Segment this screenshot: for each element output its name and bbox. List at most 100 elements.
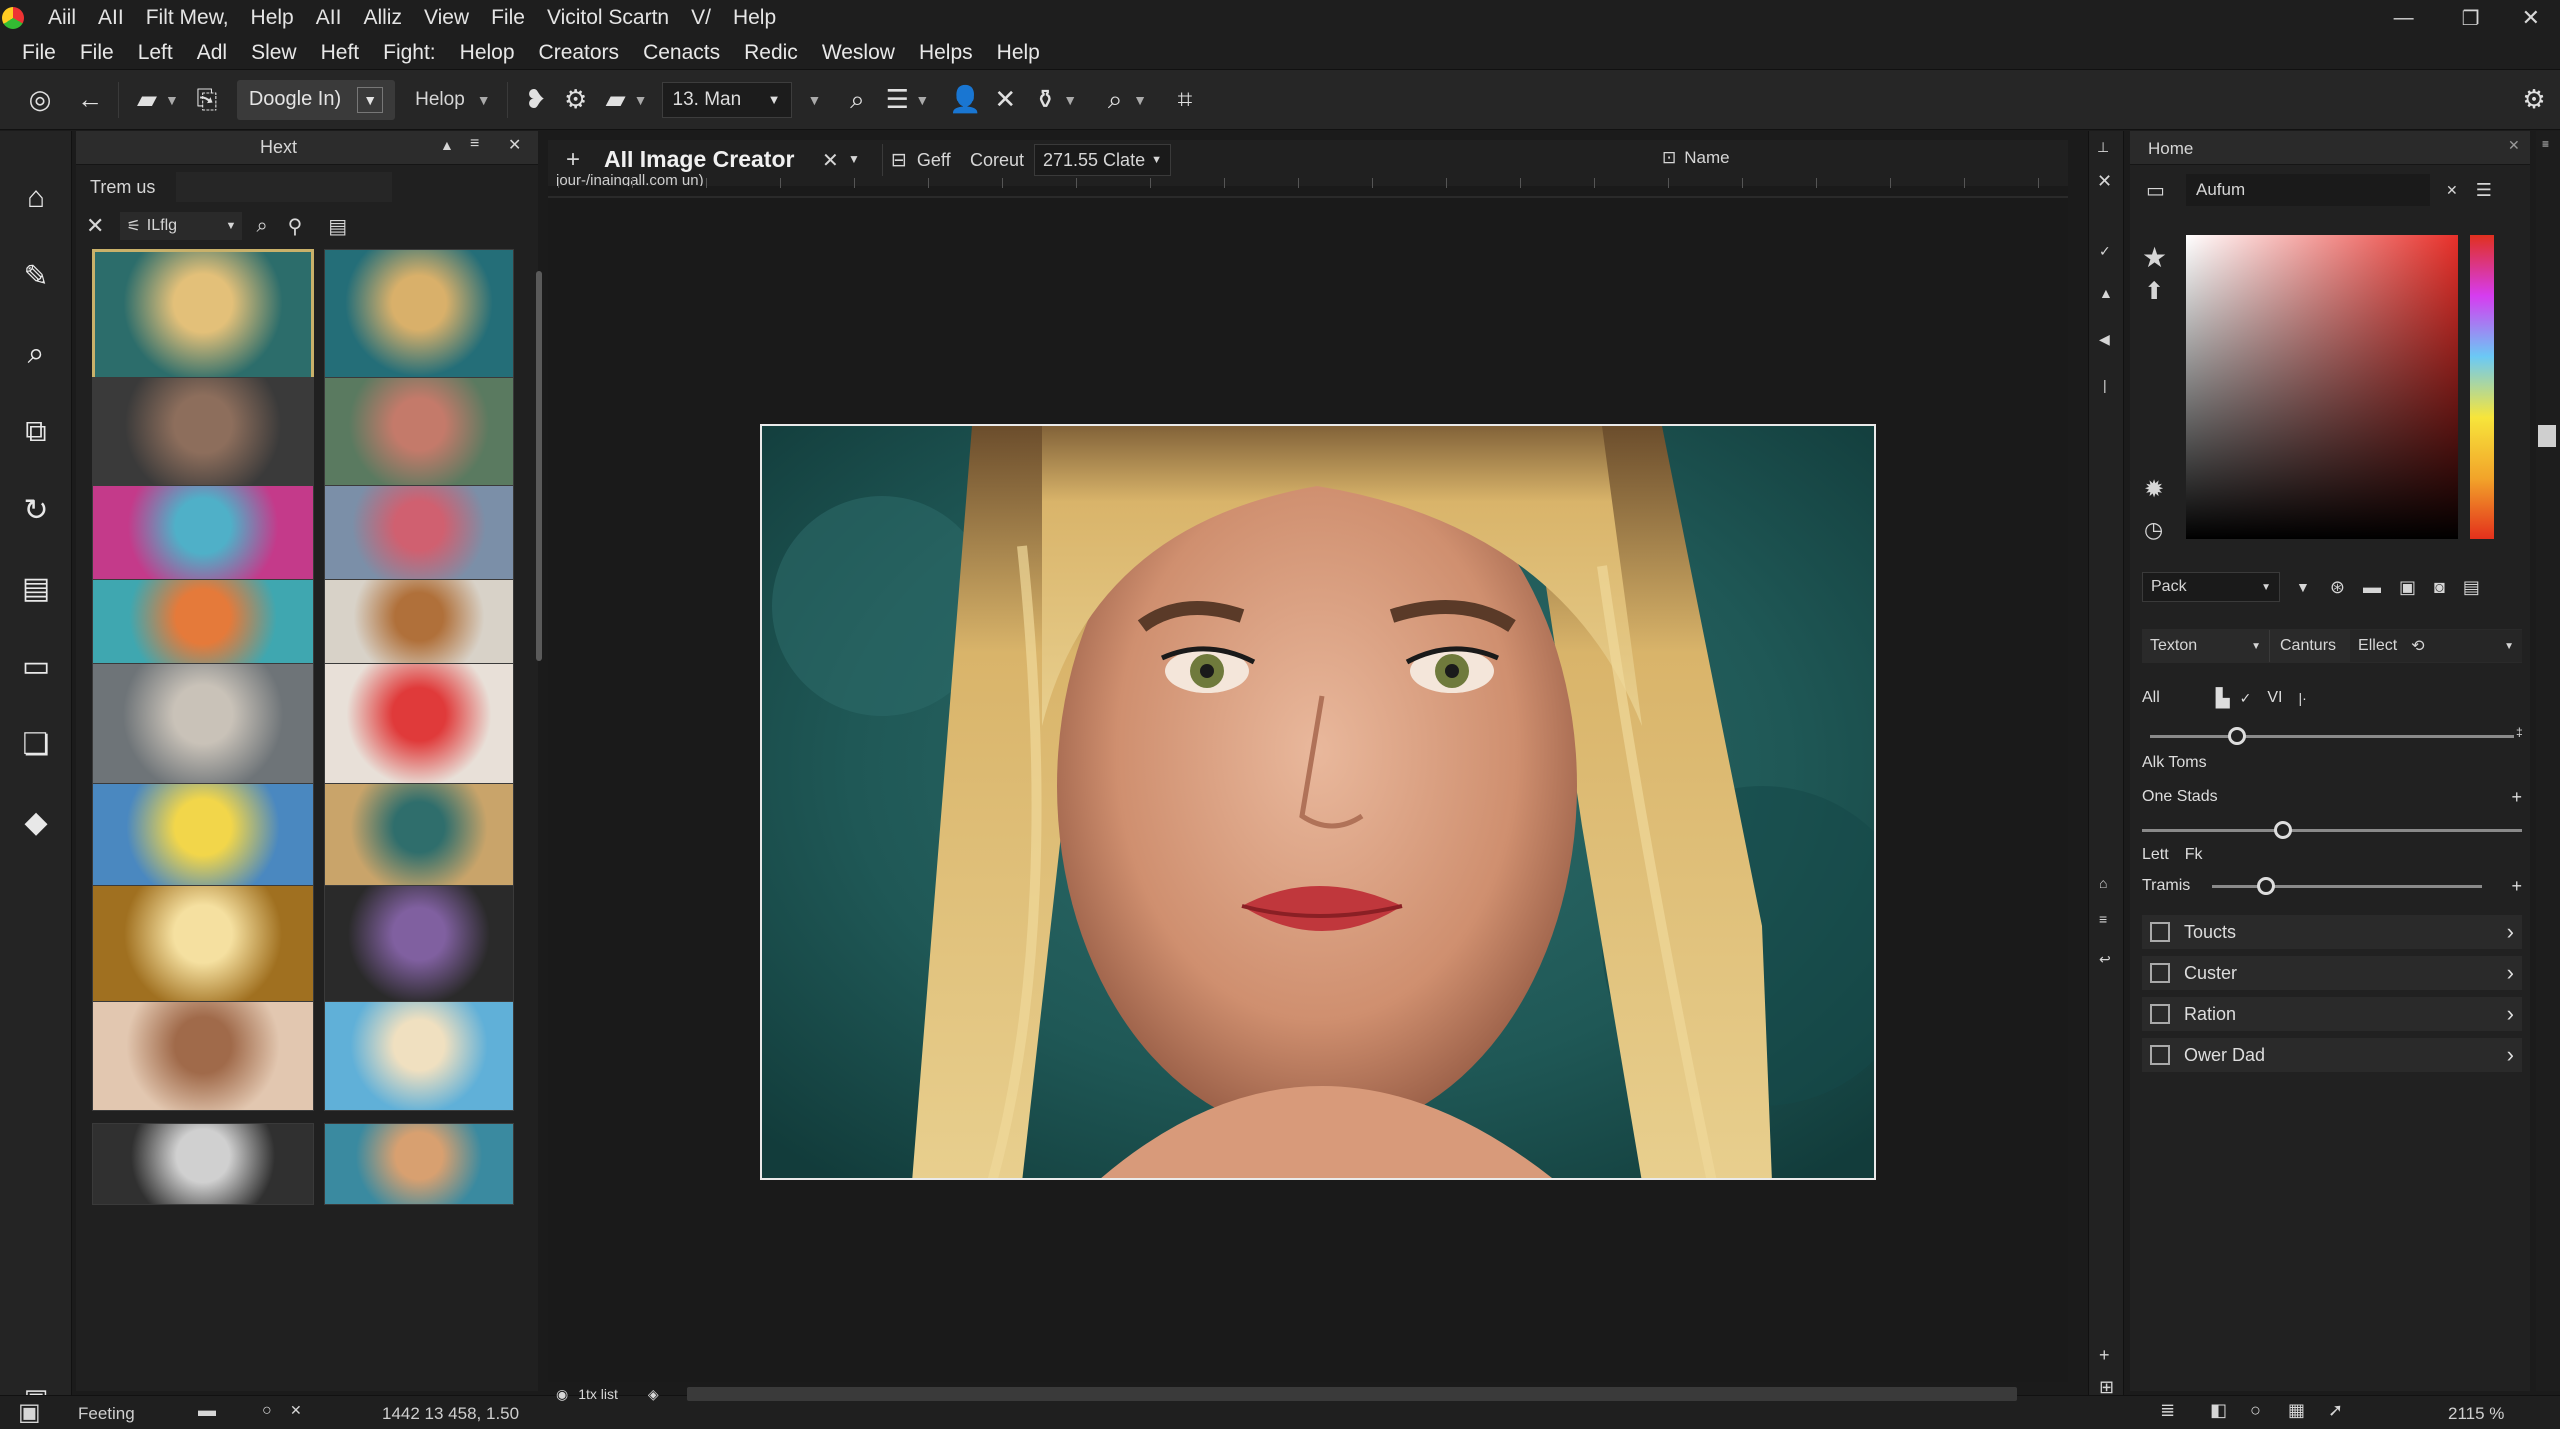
- options-icon[interactable]: ☰: [2476, 180, 2492, 201]
- back-arrow-icon[interactable]: ←: [70, 80, 110, 120]
- close-strip-icon[interactable]: ✕: [2097, 171, 2112, 192]
- chevron-down-icon[interactable]: ▼: [1063, 92, 1077, 108]
- menu-item[interactable]: File: [22, 41, 56, 65]
- thumbnail[interactable]: [324, 249, 514, 383]
- texton-select[interactable]: Texton ▼: [2142, 630, 2270, 662]
- folder-icon[interactable]: ▬: [198, 1400, 216, 1421]
- chevron-down-icon[interactable]: ▼: [915, 92, 929, 108]
- add-icon[interactable]: +: [2511, 787, 2522, 808]
- menu-item[interactable]: Helop: [460, 41, 515, 65]
- add-tab-icon[interactable]: +: [566, 146, 580, 174]
- vi-label[interactable]: VI: [2267, 689, 2282, 707]
- doc-icon[interactable]: ▙: [2216, 688, 2230, 709]
- menu-item[interactable]: Help: [997, 41, 1040, 65]
- screen-icon[interactable]: ▣: [18, 1398, 41, 1427]
- close-icon[interactable]: ✕: [290, 1402, 302, 1419]
- close-tool-icon[interactable]: ✕: [985, 80, 1025, 120]
- calendar-icon[interactable]: ▦: [2288, 1400, 2305, 1421]
- checkbox[interactable]: [2150, 1045, 2170, 1065]
- one-stads-slider[interactable]: [2142, 821, 2522, 839]
- add-icon[interactable]: +: [2099, 1345, 2110, 1366]
- stamp-icon[interactable]: ⚱: [1025, 80, 1065, 120]
- pin-icon[interactable]: ◈: [648, 1386, 659, 1403]
- main-photo[interactable]: [760, 424, 1876, 1180]
- thumbnail[interactable]: [324, 1001, 514, 1111]
- user-add-icon[interactable]: 👤: [945, 80, 985, 120]
- close-tab-icon[interactable]: ✕: [822, 148, 839, 173]
- checkbox-row[interactable]: Ower Dad ›: [2142, 1038, 2522, 1072]
- title-menu-item[interactable]: Filt Mew,: [146, 6, 229, 30]
- browser-scrollbar[interactable]: [536, 271, 542, 661]
- title-menu-item[interactable]: Help: [733, 6, 776, 30]
- name-toggle[interactable]: ⊡ Name: [1662, 148, 1730, 168]
- export-small-icon[interactable]: ▤: [2463, 577, 2480, 598]
- menu-item[interactable]: Adl: [197, 41, 227, 65]
- title-menu-item[interactable]: Help: [251, 6, 294, 30]
- thumbnail[interactable]: [324, 377, 514, 495]
- close-panel-icon[interactable]: ✕: [2508, 137, 2520, 154]
- slider-knob[interactable]: [2257, 877, 2275, 895]
- chevron-down-icon[interactable]: ✓: [2240, 690, 2252, 707]
- circle-icon[interactable]: ○: [2250, 1400, 2261, 1421]
- checkbox-row[interactable]: Ration ›: [2142, 997, 2522, 1031]
- find-icon[interactable]: ⚲: [288, 214, 303, 239]
- top-slider[interactable]: [2150, 727, 2514, 745]
- bar-icon[interactable]: |: [2103, 377, 2107, 393]
- globe-icon[interactable]: ⊛: [2330, 577, 2345, 598]
- thumbnail[interactable]: [92, 579, 314, 673]
- export-icon[interactable]: ⎘: [187, 80, 227, 120]
- history-icon[interactable]: ↻: [0, 471, 72, 549]
- heart-icon[interactable]: ❥: [516, 80, 556, 120]
- title-menu-item[interactable]: Aiil: [48, 6, 76, 30]
- menu-item[interactable]: Helps: [919, 41, 973, 65]
- right-scrollbar[interactable]: ≡: [2536, 131, 2560, 1391]
- folder-icon[interactable]: ▤: [0, 549, 72, 627]
- thumbnail[interactable]: [324, 663, 514, 791]
- home-icon[interactable]: ⌂: [0, 159, 72, 237]
- coreut-label[interactable]: Coreut: [970, 150, 1024, 171]
- doogle-button[interactable]: Doogle In) ▼: [236, 79, 396, 120]
- title-menu-item[interactable]: V/: [691, 6, 711, 30]
- view-icon[interactable]: ▤: [328, 214, 347, 239]
- upload-icon[interactable]: ⬆: [2144, 277, 2164, 306]
- brush-icon[interactable]: ✎: [0, 237, 72, 315]
- checkbox[interactable]: [2150, 963, 2170, 983]
- title-menu-item[interactable]: Alliz: [363, 6, 402, 30]
- title-menu-item[interactable]: File: [491, 6, 525, 30]
- search-icon[interactable]: ⌕: [256, 215, 267, 238]
- add-icon[interactable]: +: [2511, 876, 2522, 897]
- menu-icon[interactable]: ≡: [470, 135, 479, 153]
- close-icon[interactable]: ✕: [2522, 5, 2540, 31]
- thumbnail[interactable]: [92, 663, 314, 791]
- camera-small-icon[interactable]: ◙: [2434, 577, 2445, 598]
- sun-icon[interactable]: ✹: [2144, 475, 2164, 504]
- chevron-down-icon[interactable]: ▼: [165, 92, 179, 108]
- home-small-icon[interactable]: ⌂: [2099, 875, 2107, 891]
- collapse-icon[interactable]: ▲: [440, 137, 454, 153]
- canturs-label[interactable]: Canturs: [2280, 637, 2336, 655]
- thumbnail[interactable]: [92, 377, 314, 495]
- search-icon[interactable]: ⌕: [837, 80, 877, 120]
- menu-item[interactable]: Creators: [539, 41, 620, 65]
- helop-dropdown[interactable]: Helop ▼: [415, 89, 499, 111]
- thumbnail[interactable]: [92, 885, 314, 1007]
- chevron-down-icon[interactable]: ▼: [634, 92, 648, 108]
- checkbox-row[interactable]: Custer ›: [2142, 956, 2522, 990]
- thumbnail[interactable]: [324, 885, 514, 1007]
- menu-item[interactable]: Cenacts: [643, 41, 720, 65]
- thumbnail[interactable]: [92, 783, 314, 893]
- preset-field[interactable]: Aufum: [2186, 174, 2430, 206]
- menu-item[interactable]: Fight:: [383, 41, 436, 65]
- thumbnail[interactable]: [324, 579, 514, 673]
- minimize-icon[interactable]: —: [2394, 7, 2414, 30]
- timer-icon[interactable]: ◷: [2144, 517, 2163, 543]
- slider-knob[interactable]: [2228, 727, 2247, 745]
- crop-icon[interactable]: ⌗: [1165, 80, 1205, 120]
- settings-gear-icon[interactable]: ⚙: [2514, 80, 2554, 120]
- redo-icon[interactable]: ↩: [2099, 951, 2111, 968]
- camera-icon[interactable]: ▰: [596, 80, 636, 120]
- thumbnail[interactable]: [324, 485, 514, 587]
- chevron-down-icon[interactable]: ▼: [1133, 92, 1147, 108]
- eye-icon[interactable]: ◉: [556, 1386, 568, 1403]
- menu-item[interactable]: Redic: [744, 41, 798, 65]
